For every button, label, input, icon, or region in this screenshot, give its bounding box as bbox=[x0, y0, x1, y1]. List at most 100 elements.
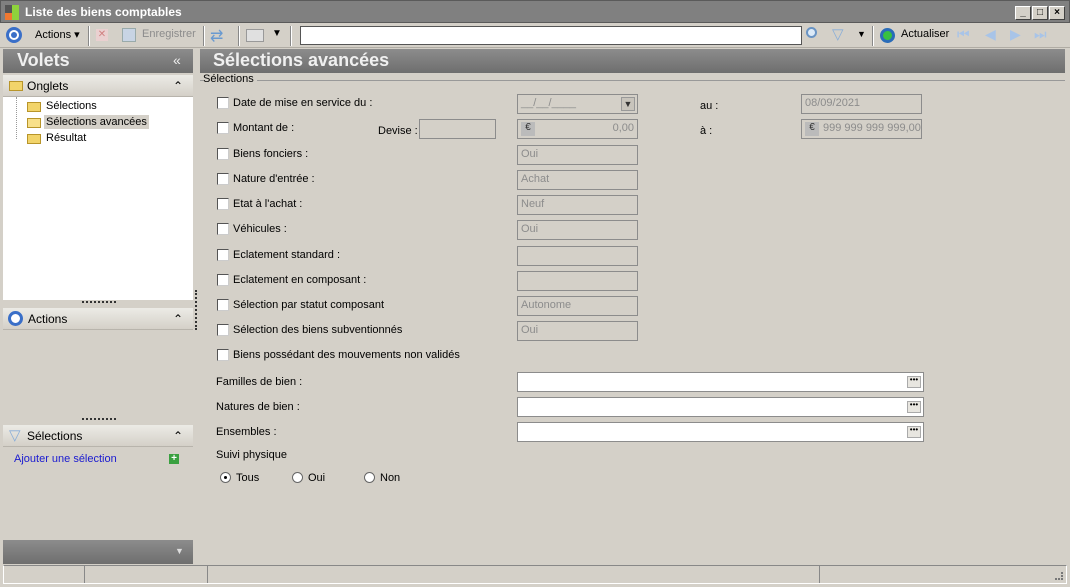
search-input[interactable] bbox=[300, 26, 802, 45]
row-value-field[interactable]: Autonome bbox=[517, 296, 638, 316]
folder-icon bbox=[27, 134, 41, 144]
app-logo-icon bbox=[5, 5, 21, 20]
lookup-label: Ensembles : bbox=[216, 426, 277, 438]
toolbar: Actions ▾ ✕ Enregistrer ⇄ ▼ ▽ ▼ Actualis… bbox=[0, 23, 1070, 48]
row-label: Biens fonciers : bbox=[233, 148, 309, 160]
lookup-field[interactable]: ••• bbox=[517, 422, 924, 442]
separator bbox=[290, 26, 292, 46]
collapse-pane-button[interactable]: « bbox=[173, 52, 181, 68]
tree-item-resultat[interactable]: Résultat bbox=[27, 131, 177, 147]
resize-grip-icon[interactable] bbox=[1055, 572, 1063, 580]
vertical-splitter-handle[interactable] bbox=[195, 290, 197, 330]
tabs-panel-title: Onglets bbox=[27, 79, 69, 93]
lookup-field[interactable]: ••• bbox=[517, 372, 924, 392]
row-checkbox[interactable] bbox=[217, 148, 229, 160]
splitter-handle[interactable] bbox=[82, 418, 116, 420]
row-checkbox[interactable] bbox=[217, 274, 229, 286]
tabs-panel-header[interactable]: Onglets ⌃ bbox=[3, 75, 193, 97]
row-checkbox[interactable] bbox=[217, 173, 229, 185]
row-label: Date de mise en service du : bbox=[233, 97, 373, 109]
lookup-field[interactable]: ••• bbox=[517, 397, 924, 417]
row-label: Sélection par statut composant bbox=[233, 299, 385, 311]
radio-button[interactable] bbox=[292, 472, 303, 483]
lookup-label: Familles de bien : bbox=[216, 376, 303, 388]
selections-panel-header[interactable]: ▽ Sélections ⌃ bbox=[3, 425, 193, 447]
separator bbox=[203, 26, 205, 46]
row-checkbox[interactable] bbox=[217, 223, 229, 235]
to-value-field[interactable]: 08/09/2021 bbox=[801, 94, 922, 114]
print-icon[interactable] bbox=[246, 29, 264, 42]
chevron-down-icon[interactable]: ▼ bbox=[175, 546, 184, 556]
row-checkbox[interactable] bbox=[217, 349, 229, 361]
euro-icon: € bbox=[805, 122, 819, 136]
actions-panel-title: Actions bbox=[28, 312, 68, 326]
tabs-tree: Sélections Sélections avancées Résultat bbox=[3, 97, 193, 300]
euro-icon: € bbox=[521, 122, 535, 136]
chevron-down-icon[interactable]: ▼ bbox=[621, 97, 635, 111]
left-pane-title: Volets bbox=[17, 50, 70, 70]
collapse-chevron-icon[interactable]: ⌃ bbox=[173, 79, 183, 93]
next-record-icon[interactable]: ▶ bbox=[1010, 26, 1021, 43]
filter-dropdown-icon[interactable]: ▼ bbox=[857, 29, 866, 39]
last-record-icon[interactable]: ⏭ bbox=[1034, 26, 1047, 43]
main-header: Sélections avancées bbox=[200, 49, 1065, 73]
amount-from-field[interactable]: €0,00 bbox=[517, 119, 638, 139]
row-label: Eclatement standard : bbox=[233, 249, 341, 261]
print-dropdown-icon[interactable]: ▼ bbox=[272, 28, 282, 39]
window-title: Liste des biens comptables bbox=[25, 5, 182, 19]
search-icon[interactable] bbox=[806, 27, 817, 38]
row-label: Nature d'entrée : bbox=[233, 173, 315, 185]
row-checkbox[interactable] bbox=[217, 122, 229, 134]
radio-button[interactable] bbox=[364, 472, 375, 483]
first-record-icon[interactable]: ⏮ bbox=[957, 26, 970, 43]
row-value-field[interactable]: Oui bbox=[517, 321, 638, 341]
collapse-chevron-icon[interactable]: ⌃ bbox=[173, 312, 183, 326]
actions-icon bbox=[8, 311, 23, 326]
delete-icon[interactable]: ✕ bbox=[96, 29, 108, 41]
actions-label: Actions bbox=[35, 29, 72, 41]
filter-icon[interactable]: ▽ bbox=[832, 25, 844, 43]
row-value-field[interactable]: Oui bbox=[517, 220, 638, 240]
row-checkbox[interactable] bbox=[217, 198, 229, 210]
refresh-button[interactable]: Actualiser bbox=[901, 28, 949, 40]
browse-button[interactable]: ••• bbox=[907, 401, 921, 413]
filter-icon: ▽ bbox=[9, 427, 21, 444]
radio-button[interactable] bbox=[220, 472, 231, 483]
add-selection-link[interactable]: Ajouter une sélection bbox=[14, 453, 117, 465]
browse-button[interactable]: ••• bbox=[907, 376, 921, 388]
add-icon[interactable]: + bbox=[169, 454, 179, 464]
row-checkbox[interactable] bbox=[217, 249, 229, 261]
save-button[interactable]: Enregistrer bbox=[142, 28, 196, 40]
row-value-field[interactable] bbox=[517, 246, 638, 266]
pane-menu-bar[interactable]: ▼ bbox=[3, 540, 193, 564]
date-from-field[interactable]: __/__/____ ▼ bbox=[517, 94, 638, 114]
devise-field[interactable] bbox=[419, 119, 496, 139]
tree-item-selections-avancees[interactable]: Sélections avancées bbox=[27, 115, 177, 131]
to-label: au : bbox=[700, 100, 719, 112]
splitter-handle[interactable] bbox=[82, 301, 116, 303]
collapse-chevron-icon[interactable]: ⌃ bbox=[173, 429, 183, 443]
browse-button[interactable]: ••• bbox=[907, 426, 921, 438]
row-checkbox[interactable] bbox=[217, 97, 229, 109]
minimize-button[interactable]: _ bbox=[1015, 6, 1031, 20]
tree-item-selections[interactable]: Sélections bbox=[27, 99, 177, 115]
row-value-field[interactable]: Achat bbox=[517, 170, 638, 190]
open-folder-icon bbox=[27, 118, 41, 128]
row-checkbox[interactable] bbox=[217, 299, 229, 311]
group-label: Sélections bbox=[203, 73, 257, 85]
close-button[interactable]: × bbox=[1049, 6, 1065, 20]
row-label: Biens possédant des mouvements non valid… bbox=[233, 349, 460, 361]
folder-icon bbox=[9, 81, 23, 91]
row-value-field[interactable] bbox=[517, 271, 638, 291]
previous-record-icon[interactable]: ◀ bbox=[985, 26, 996, 43]
refresh-icon bbox=[880, 28, 895, 43]
sync-icon[interactable]: ⇄ bbox=[210, 26, 223, 46]
row-checkbox[interactable] bbox=[217, 324, 229, 336]
row-value-field[interactable]: Oui bbox=[517, 145, 638, 165]
actions-menu-button[interactable]: Actions ▾ bbox=[35, 28, 80, 41]
save-icon bbox=[122, 28, 136, 42]
maximize-button[interactable]: □ bbox=[1032, 6, 1048, 20]
actions-panel-header[interactable]: Actions ⌃ bbox=[3, 308, 193, 330]
row-value-field[interactable]: Neuf bbox=[517, 195, 638, 215]
to-value-field[interactable]: €999 999 999 999,00 bbox=[801, 119, 922, 139]
